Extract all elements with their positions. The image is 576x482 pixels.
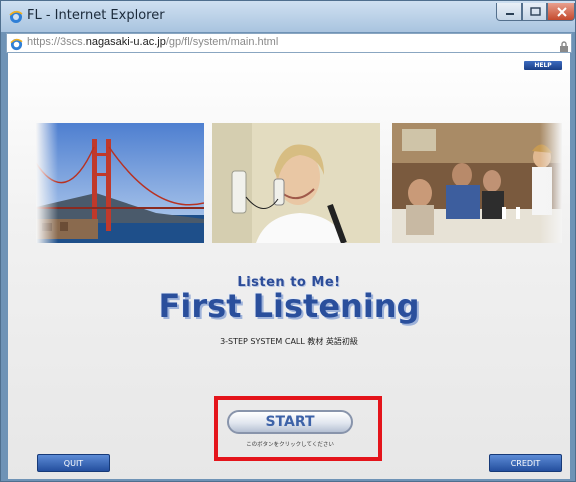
title-bar[interactable]: FL - Internet Explorer: [1, 1, 575, 32]
url-host: nagasaki-u.ac.jp: [85, 36, 166, 48]
url-prefix: https://3scs.: [27, 36, 86, 48]
window-title: FL - Internet Explorer: [27, 8, 165, 23]
highlight-box: [214, 396, 382, 461]
url-path: /gp/fl/system/main.html: [165, 36, 279, 48]
page-icon: [10, 36, 23, 51]
app-content: HELP Listen to Me! First Listening 3-STE…: [8, 53, 570, 479]
golden-gate-bridge-photo: [36, 123, 204, 243]
address-bar[interactable]: https://3scs.nagasaki-u.ac.jp/gp/fl/syst…: [6, 33, 572, 53]
photo-fade-right: [540, 123, 562, 243]
credit-button[interactable]: CREDIT: [489, 454, 562, 472]
url-text: https://3scs.nagasaki-u.ac.jp/gp/fl/syst…: [27, 36, 278, 48]
close-button[interactable]: [547, 3, 575, 21]
browser-window: FL - Internet Explorer https://3scs.naga…: [0, 0, 576, 482]
help-button[interactable]: HELP: [524, 61, 562, 70]
app-title: First Listening: [158, 287, 420, 325]
restaurant-diners-photo: [392, 123, 562, 243]
maximize-button[interactable]: [522, 3, 547, 21]
lock-icon: [560, 37, 568, 52]
woman-on-phone-photo: [212, 123, 380, 243]
minimize-button[interactable]: [496, 3, 522, 21]
app-tagline: 3-STEP SYSTEM CALL 教材 英語初級: [220, 337, 358, 346]
internet-explorer-icon: [9, 9, 23, 23]
photo-fade-left: [36, 123, 58, 243]
quit-button[interactable]: QUIT: [37, 454, 110, 472]
